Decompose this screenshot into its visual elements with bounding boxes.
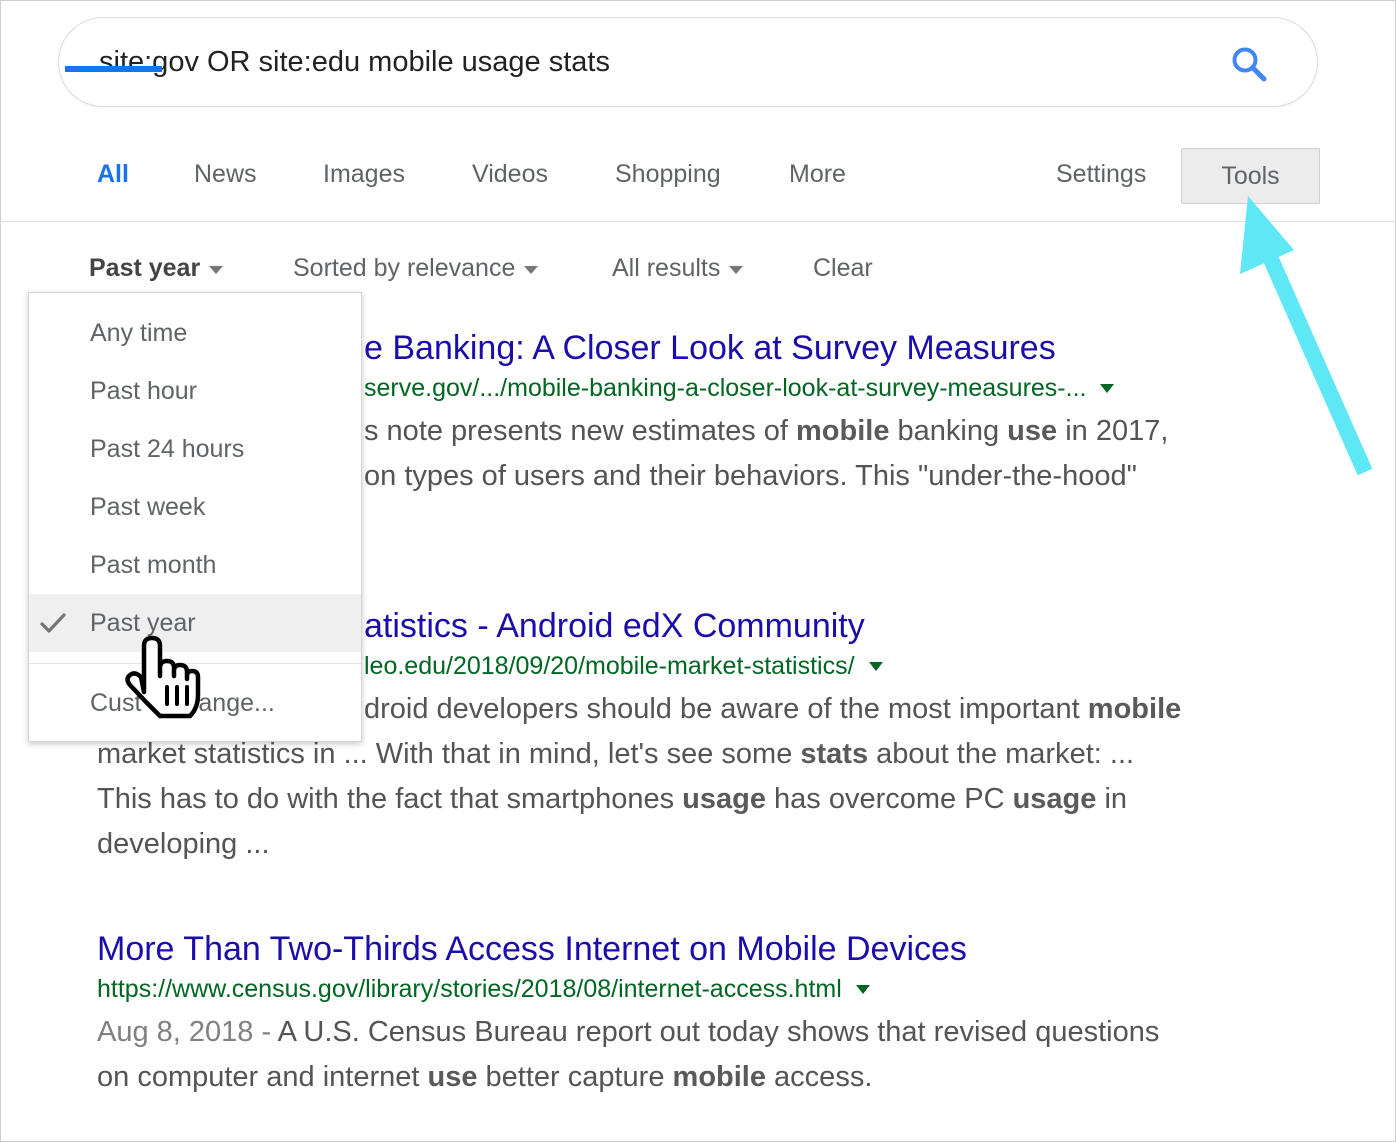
url-options-caret-icon[interactable]	[1100, 383, 1115, 393]
sort-filter-label: Sorted by relevance	[293, 254, 516, 282]
keyword-highlight: mobile	[1087, 693, 1182, 725]
result-date: Aug 8, 2018 -	[97, 1016, 278, 1048]
url-options-caret-icon[interactable]	[855, 984, 870, 994]
snippet-line: This has to do with the fact that smartp…	[97, 783, 1128, 815]
keyword-highlight: mobile	[672, 1061, 766, 1093]
result-snippet: Aug 8, 2018 - A U.S. Census Bureau repor…	[97, 1010, 1297, 1100]
checkmark-icon	[40, 613, 66, 633]
menu-item-past-24-hours[interactable]: Past 24 hours	[29, 420, 361, 478]
keyword-highlight: usage	[682, 783, 766, 815]
search-box[interactable]	[58, 17, 1318, 107]
tabs-divider	[0, 221, 1396, 222]
snippet-line: developing ...	[97, 828, 270, 860]
chevron-down-icon	[729, 266, 744, 274]
result-title-link[interactable]: More Than Two-Thirds Access Internet on …	[97, 929, 1297, 969]
snippet-line: Aug 8, 2018 - A U.S. Census Bureau repor…	[97, 1016, 1160, 1048]
snippet-line: on computer and internet use better capt…	[97, 1061, 873, 1093]
keyword-highlight: use	[1007, 415, 1058, 447]
menu-item-past-hour[interactable]: Past hour	[29, 362, 361, 420]
results-filter-dropdown[interactable]: All results	[612, 254, 744, 283]
sort-filter-dropdown[interactable]: Sorted by relevance	[293, 254, 539, 283]
active-tab-indicator	[65, 66, 162, 72]
keyword-highlight: mobile	[796, 415, 890, 447]
search-button[interactable]	[1229, 44, 1269, 84]
result-url-text: leo.edu/2018/09/20/mobile-market-statist…	[364, 652, 855, 680]
chevron-down-icon	[524, 266, 539, 274]
chevron-down-icon	[209, 266, 224, 274]
tab-all[interactable]: All	[97, 160, 129, 189]
keyword-highlight: use	[427, 1061, 478, 1093]
search-result: More Than Two-Thirds Access Internet on …	[97, 929, 1297, 1100]
url-options-caret-icon[interactable]	[868, 661, 883, 671]
tab-more[interactable]: More	[789, 160, 846, 189]
tab-images[interactable]: Images	[323, 160, 405, 189]
menu-item-past-week[interactable]: Past week	[29, 478, 361, 536]
custom-range-label-end: ange...	[198, 689, 275, 717]
tab-shopping[interactable]: Shopping	[615, 160, 721, 189]
settings-link[interactable]: Settings	[1056, 160, 1146, 189]
result-url-text: serve.gov/.../mobile-banking-a-closer-lo…	[364, 374, 1087, 402]
results-filter-label: All results	[612, 254, 721, 282]
clear-filters-link[interactable]: Clear	[813, 254, 873, 283]
keyword-highlight: usage	[1012, 783, 1097, 815]
keyword-highlight: stats	[800, 738, 869, 770]
result-url: https://www.census.gov/library/stories/2…	[97, 974, 1297, 1004]
menu-item-past-month[interactable]: Past month	[29, 536, 361, 594]
menu-item-any-time[interactable]: Any time	[29, 304, 361, 362]
time-filter-label: Past year	[89, 254, 201, 282]
time-filter-dropdown[interactable]: Past year	[89, 254, 224, 283]
tab-news[interactable]: News	[194, 160, 257, 189]
annotation-arrow-icon	[1240, 196, 1373, 476]
hand-pointer-cursor-icon	[125, 635, 201, 719]
search-input[interactable]	[99, 42, 1199, 82]
result-url-text: https://www.census.gov/library/stories/2…	[97, 975, 842, 1003]
tab-videos[interactable]: Videos	[472, 160, 548, 189]
magnifier-icon	[1232, 47, 1267, 82]
clear-filters-label: Clear	[813, 254, 873, 282]
